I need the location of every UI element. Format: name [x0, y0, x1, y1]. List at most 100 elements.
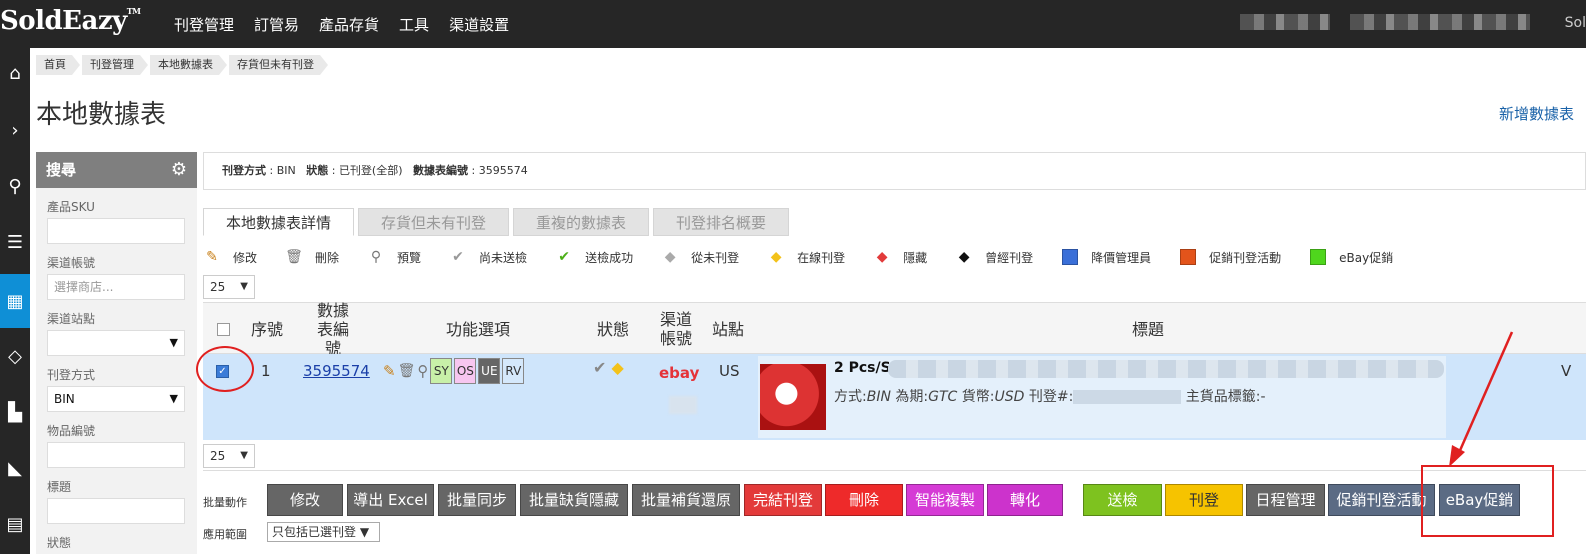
col-status: 狀態 [596, 319, 629, 339]
search-header: 搜尋 ⚙ [36, 152, 197, 188]
batch-restock-restore-button[interactable]: 批量補貨還原 [632, 484, 740, 516]
red-tag-icon: ◆ [876, 249, 888, 265]
flag-os-button[interactable]: OS [454, 358, 477, 384]
breadcrumb-current: 存貨但未有刊登 [229, 55, 328, 75]
meta-currency: USD [994, 389, 1025, 405]
chevron-down-icon: ▼ [240, 281, 248, 292]
green-check-icon: ✔ [558, 249, 570, 265]
chevron-down-icon: ▼ [240, 450, 248, 461]
sku-input[interactable] [47, 218, 185, 244]
flag-ue-button[interactable]: UE [478, 358, 501, 384]
list-icon[interactable]: ☰ [0, 222, 30, 262]
pencil-icon[interactable]: ✎ [383, 362, 396, 380]
search-header-label: 搜尋 [46, 161, 77, 179]
per-page-select-top[interactable]: 25 ▼ [203, 275, 255, 299]
delete-button[interactable]: 刪除 [825, 484, 903, 516]
batch-edit-button[interactable]: 修改 [267, 484, 343, 516]
diamond-icon[interactable]: ◇ [0, 336, 30, 376]
promotion-campaign-button[interactable]: 促銷刊登活動 [1328, 484, 1435, 516]
chevron-down-icon: ▼ [169, 336, 178, 349]
ebay-logo: ebay [659, 364, 700, 382]
legend-label: 修改 [233, 250, 258, 265]
icon-legend: ✎ 修改 🗑 刪除 ⚲ 預覽 ✔ 尚未送檢 ✔ 送檢成功 ◆ 從未刊登 ◆ 在線刊登 ◆ 隱藏 … [203, 246, 1421, 268]
info-method-label: 刊登方式 [222, 164, 266, 177]
tab-duplicate-sheets[interactable]: 重複的數據表 [513, 208, 650, 236]
meta-listing-label: 刊登#: [1028, 389, 1074, 405]
method-select[interactable]: BIN ▼ [47, 386, 185, 412]
product-thumbnail[interactable] [760, 364, 826, 430]
legend-item: ✔ 尚未送檢 [449, 248, 527, 266]
end-listing-button[interactable]: 完結刊登 [744, 484, 822, 516]
document-icon[interactable]: ▤ [0, 504, 30, 544]
legend-item: 降價管理員 [1061, 248, 1151, 266]
megaphone-icon[interactable]: ◣ [0, 448, 30, 488]
flag-rv-button[interactable]: RV [502, 358, 525, 384]
export-excel-button[interactable]: 導出 Excel [347, 484, 434, 516]
grey-check-icon: ✔ [593, 358, 607, 377]
legend-item: ◆ 從未刊登 [661, 248, 739, 266]
nav-inventory[interactable]: 產品存貨 [319, 14, 379, 35]
product-cell: 2 Pcs/S 方式:BIN 為期:GTC 貨幣:USD 刊登#: 主貨品標籤:… [758, 356, 1446, 438]
breadcrumb-home[interactable]: 首頁 [36, 55, 80, 75]
smart-copy-button[interactable]: 智能複製 [906, 484, 984, 516]
col-site: 站點 [711, 319, 744, 339]
nav-orders[interactable]: 訂管易 [254, 14, 299, 35]
orange-square-icon [1179, 248, 1197, 266]
table-icon[interactable]: ▦ [0, 274, 30, 328]
page-title: 本地數據表 [36, 100, 167, 130]
search-panel: 搜尋 ⚙ 產品SKU 渠道帳號 選擇商店... 渠道站點 ▼ 刊登方式 BIN ▼ … [36, 152, 197, 554]
site-select[interactable]: ▼ [47, 330, 185, 356]
legend-label: 刪除 [315, 250, 340, 265]
flag-sy-button[interactable]: SY [430, 358, 453, 384]
magnifier-icon: ⚲ [370, 249, 382, 265]
batch-hide-out-of-stock-button[interactable]: 批量缺貨隱藏 [520, 484, 628, 516]
legend-item: ✔ 送檢成功 [555, 248, 633, 266]
sku-label: 產品SKU [47, 200, 95, 214]
per-page-select-bottom[interactable]: 25 ▼ [203, 444, 255, 468]
nav-listing[interactable]: 刊登管理 [174, 14, 234, 35]
legend-label: eBay促銷 [1339, 250, 1394, 265]
home-icon[interactable]: ⌂ [0, 53, 30, 93]
breadcrumb-listing[interactable]: 刊登管理 [82, 55, 148, 75]
site-label: 渠道站點 [47, 312, 96, 326]
user-menu[interactable]: Sol [1565, 15, 1586, 31]
scope-select[interactable]: 只包括已選刊登 ▼ [267, 522, 380, 542]
account-input[interactable]: 選擇商店... [47, 274, 185, 300]
filter-summary: 刊登方式 : BIN 狀態 : 已刊登(全部) 數據表編號 : 3595574 [203, 152, 1586, 190]
product-title[interactable]: 2 Pcs/S [834, 360, 891, 376]
select-all-checkbox[interactable] [216, 322, 230, 336]
chevron-down-icon: ▼ [169, 392, 178, 405]
submit-check-button[interactable]: 送檢 [1083, 484, 1162, 516]
arrow-right-icon[interactable]: › [0, 110, 30, 150]
chart-icon[interactable]: ▙ [0, 392, 30, 432]
breadcrumb-local-sheets[interactable]: 本地數據表 [150, 55, 227, 75]
trash-icon: 🗑 [285, 249, 303, 265]
tab-bar: 本地數據表詳情 存貨但未有刊登 重複的數據表 刊登排名概要 [203, 208, 790, 236]
magnifier-icon[interactable]: ⚲ [417, 362, 428, 380]
yellow-tag-icon: ◆ [770, 249, 782, 265]
item-no-label: 物品編號 [47, 424, 96, 438]
nav-tools[interactable]: 工具 [399, 14, 429, 35]
legend-item: eBay促銷 [1309, 248, 1393, 266]
search-icon[interactable]: ⚲ [0, 166, 30, 206]
trash-icon[interactable]: 🗑 [398, 363, 416, 379]
gear-icon[interactable]: ⚙ [171, 152, 187, 188]
publish-button[interactable]: 刊登 [1165, 484, 1243, 516]
annotation-box [1421, 465, 1554, 537]
per-page-value: 25 [210, 280, 226, 294]
convert-button[interactable]: 轉化 [987, 484, 1063, 516]
meta-period-label: 為期: [895, 389, 929, 405]
item-no-input[interactable] [47, 442, 185, 468]
tab-ranking-summary[interactable]: 刊登排名概要 [653, 208, 790, 236]
legend-item: ◆ 隱藏 [873, 248, 927, 266]
schedule-button[interactable]: 日程管理 [1246, 484, 1325, 516]
title-input[interactable] [47, 498, 185, 524]
new-sheet-link[interactable]: 新增數據表 [1499, 103, 1574, 124]
title-label: 標題 [47, 480, 72, 494]
tab-in-stock-not-listed[interactable]: 存貨但未有刊登 [358, 208, 510, 236]
tab-sheet-details[interactable]: 本地數據表詳情 [203, 208, 355, 236]
nav-channels[interactable]: 渠道設置 [449, 14, 509, 35]
row-sheet-link[interactable]: 3595574 [303, 362, 370, 380]
batch-sync-button[interactable]: 批量同步 [438, 484, 516, 516]
app-logo[interactable]: SoldEazyTM [0, 6, 141, 36]
